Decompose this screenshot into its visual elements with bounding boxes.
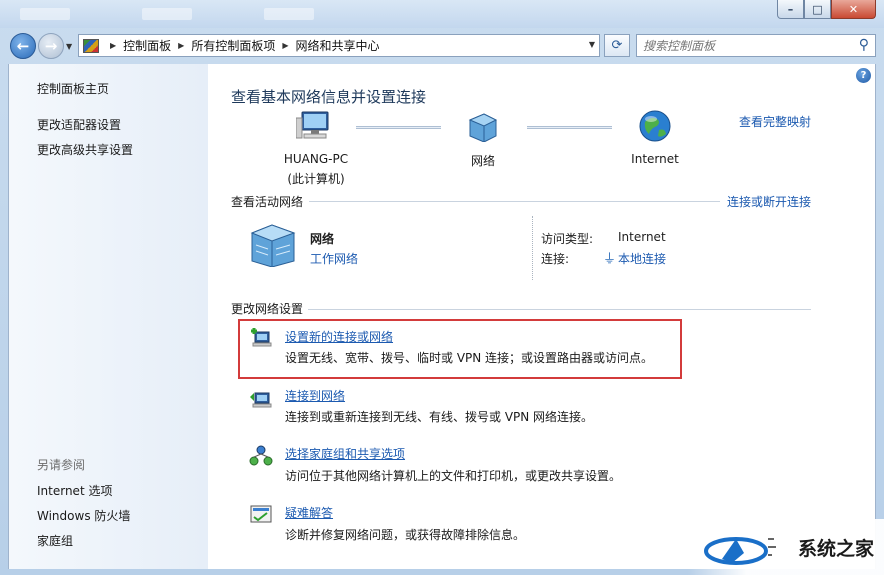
blurred-tab (20, 8, 70, 20)
chevron-right-icon[interactable]: ▶ (178, 41, 184, 50)
search-box: ⚲ (636, 34, 876, 57)
watermark-logo (704, 537, 776, 565)
sidebar-item-adapter-settings[interactable]: 更改适配器设置 (37, 116, 121, 133)
watermark: 系统之家 (688, 519, 884, 575)
task-setup-new-connection[interactable]: 设置新的连接或网络 (285, 328, 393, 345)
sidebar-item-internet-options[interactable]: Internet 选项 (37, 482, 112, 499)
troubleshoot-icon (250, 505, 272, 523)
blurred-tab (264, 8, 314, 20)
main-content: ? 查看基本网络信息并设置连接 查看完整映射 HUANG-PC (此计算机) 网… (208, 64, 876, 569)
active-networks-title: 查看活动网络 (231, 195, 304, 209)
new-connection-icon (251, 328, 272, 347)
network-label: 网络 (470, 154, 495, 168)
chevron-right-icon[interactable]: ▶ (282, 41, 288, 50)
network-building-icon[interactable] (248, 223, 298, 267)
local-connection-link[interactable]: 本地连接 (618, 250, 666, 267)
breadcrumb-control-panel[interactable]: 控制面板 (123, 37, 171, 54)
control-panel-icon (83, 38, 99, 53)
title-bar: – □ ✕ (0, 0, 884, 28)
minimize-button[interactable]: – (777, 0, 804, 19)
task-desc: 诊断并修复网络问题，或获得故障排除信息。 (285, 528, 526, 542)
computer-icon[interactable] (296, 110, 332, 142)
search-input[interactable] (637, 35, 847, 56)
vertical-divider (532, 216, 533, 280)
ethernet-plug-icon: ⏚ (603, 252, 617, 267)
maximize-button[interactable]: □ (804, 0, 831, 19)
watermark-text: 系统之家 (797, 538, 874, 560)
search-icon[interactable]: ⚲ (859, 37, 869, 53)
connection-line (356, 126, 441, 129)
sidebar-item-home[interactable]: 控制面板主页 (37, 80, 109, 97)
page-title: 查看基本网络信息并设置连接 (231, 88, 427, 106)
network-type-link[interactable]: 工作网络 (310, 250, 358, 267)
back-button[interactable]: ← (10, 33, 36, 59)
refresh-button[interactable]: ⟳ (604, 34, 630, 57)
connection-label: 连接: (541, 252, 570, 266)
address-dropdown[interactable]: ▼ (589, 40, 595, 49)
arrow-left-icon: ← (16, 37, 30, 55)
access-type-label: 访问类型: (541, 232, 594, 246)
access-type-value: Internet (618, 230, 666, 244)
connection-line (527, 126, 612, 129)
sidebar: 控制面板主页 更改适配器设置 更改高级共享设置 另请参阅 Internet 选项… (8, 64, 208, 569)
window-controls: – □ ✕ (777, 0, 876, 19)
homegroup-icon (249, 445, 273, 466)
task-desc: 访问位于其他网络计算机上的文件和打印机，或更改共享设置。 (285, 469, 622, 483)
section-divider (309, 201, 720, 202)
close-button[interactable]: ✕ (831, 0, 876, 19)
navigation-bar: ← → ▼ ▶ 控制面板 ▶ 所有控制面板项 ▶ 网络和共享中心 ▼ ⟳ ⚲ (0, 28, 884, 64)
forward-button[interactable]: → (38, 33, 64, 59)
recent-pages-dropdown[interactable]: ▼ (66, 42, 72, 51)
task-homegroup-sharing[interactable]: 选择家庭组和共享选项 (285, 445, 405, 462)
connect-disconnect-link[interactable]: 连接或断开连接 (727, 193, 811, 210)
task-troubleshoot[interactable]: 疑难解答 (285, 504, 333, 521)
sidebar-item-advanced-sharing[interactable]: 更改高级共享设置 (37, 141, 133, 158)
computer-sub-label: (此计算机) (287, 172, 345, 186)
network-icon[interactable] (466, 112, 500, 142)
refresh-icon: ⟳ (611, 38, 623, 53)
see-also-title: 另请参阅 (37, 458, 86, 472)
change-settings-title: 更改网络设置 (231, 302, 304, 316)
sidebar-item-homegroup[interactable]: 家庭组 (37, 532, 73, 549)
task-connect-to-network[interactable]: 连接到网络 (285, 387, 345, 404)
chevron-right-icon[interactable]: ▶ (110, 41, 116, 50)
breadcrumb-network-center[interactable]: 网络和共享中心 (296, 37, 380, 54)
blurred-tab (142, 8, 192, 20)
internet-label: Internet (631, 152, 679, 166)
full-map-link[interactable]: 查看完整映射 (739, 113, 811, 130)
internet-globe-icon[interactable] (639, 110, 671, 142)
connect-network-icon (250, 392, 272, 408)
arrow-right-icon: → (44, 37, 58, 55)
computer-name-label: HUANG-PC (283, 152, 349, 166)
breadcrumb-all-items[interactable]: 所有控制面板项 (191, 37, 275, 54)
active-network-name: 网络 (310, 232, 335, 246)
help-icon[interactable]: ? (856, 68, 871, 83)
sidebar-item-firewall[interactable]: Windows 防火墙 (37, 507, 130, 524)
address-bar[interactable]: ▶ 控制面板 ▶ 所有控制面板项 ▶ 网络和共享中心 ▼ (78, 34, 600, 57)
task-desc: 设置无线、宽带、拨号、临时或 VPN 连接；或设置路由器或访问点。 (285, 351, 654, 365)
section-divider (308, 309, 811, 310)
task-desc: 连接到或重新连接到无线、有线、拨号或 VPN 网络连接。 (285, 410, 594, 424)
